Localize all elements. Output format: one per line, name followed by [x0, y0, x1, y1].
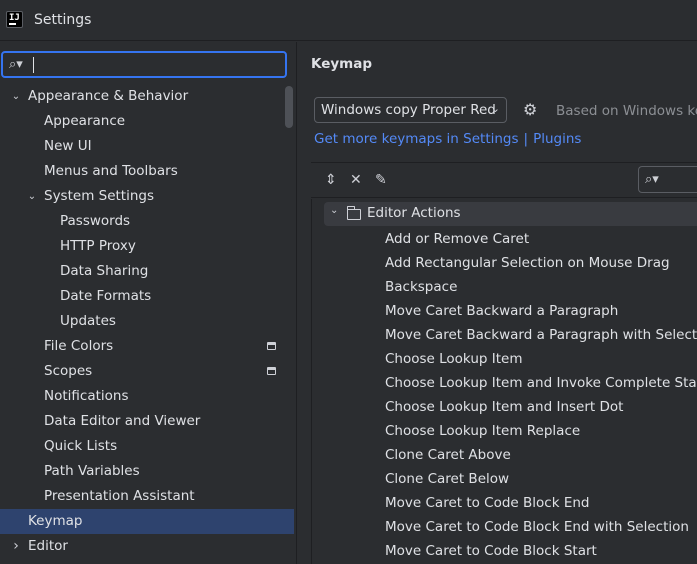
tree-item-label: File Colors: [44, 338, 114, 354]
tree-item-label: Scopes: [44, 363, 93, 379]
action-item[interactable]: Clone Caret Above: [385, 443, 697, 467]
chevron-down-icon: ⌄: [490, 102, 500, 115]
based-on-label: Based on Windows key: [556, 103, 697, 119]
tree-item-path-variables[interactable]: Path Variables: [0, 459, 294, 484]
tree-item-label: Date Formats: [60, 288, 152, 304]
action-item[interactable]: Move Caret to Code Block End: [385, 491, 697, 515]
tree-item-label: Passwords: [60, 213, 131, 229]
action-item[interactable]: Choose Lookup Item and Insert Dot: [385, 395, 697, 419]
tree-item-label: Menus and Toolbars: [44, 163, 178, 179]
tree-item-editor[interactable]: › Editor: [0, 534, 294, 559]
keymap-panel: Keymap Windows copy Proper Red ⌄ ⚙ Based…: [298, 42, 697, 564]
chevron-down-icon[interactable]: ⌄: [26, 184, 38, 209]
settings-sidebar: ⌕▾ ⌄ Appearance & Behavior Appearance New U…: [0, 42, 297, 564]
expand-all-icon[interactable]: ⇕: [325, 172, 337, 188]
page-title: Keymap: [311, 56, 373, 72]
get-more-keymaps-link[interactable]: Get more keymaps in Settings: [314, 131, 519, 147]
action-item[interactable]: Clone Caret Below: [385, 467, 697, 491]
edit-icon[interactable]: ✎: [375, 172, 387, 188]
action-item[interactable]: Backspace: [385, 275, 697, 299]
tree-item-label: New UI: [44, 138, 92, 154]
tree-group-editor-actions[interactable]: ⌄ Editor Actions: [324, 202, 697, 226]
tree-item-label: Data Sharing: [60, 263, 149, 279]
chevron-right-icon[interactable]: ›: [10, 534, 22, 559]
tree-item-menus-and-toolbars[interactable]: Menus and Toolbars: [0, 159, 294, 184]
sidebar-scrollbar[interactable]: [285, 86, 293, 128]
tree-item-label: Updates: [60, 313, 116, 329]
tree-item-appearance[interactable]: Appearance: [0, 109, 294, 134]
keymap-dropdown[interactable]: Windows copy Proper Red ⌄: [314, 97, 507, 123]
folder-icon: [347, 206, 361, 220]
tree-item-label: Appearance: [44, 113, 126, 129]
tree-item-file-colors[interactable]: File Colors: [0, 334, 294, 359]
tree-item-appearance-behavior[interactable]: ⌄ Appearance & Behavior: [0, 84, 294, 109]
group-label: Editor Actions: [367, 205, 461, 221]
tree-item-label: Keymap: [28, 513, 83, 529]
window-title: Settings: [34, 12, 92, 28]
tree-item-label: Presentation Assistant: [44, 488, 195, 504]
settings-window: IJ Settings ⌕▾ ⌄ Appearance & Behavior App…: [0, 0, 697, 564]
tree-item-label: Quick Lists: [44, 438, 118, 454]
action-item[interactable]: Add or Remove Caret: [385, 227, 697, 251]
tree-item-keymap[interactable]: Keymap: [0, 509, 294, 534]
tree-item-http-proxy[interactable]: HTTP Proxy: [0, 234, 294, 259]
action-item[interactable]: Move Caret to Code Block Start: [385, 539, 697, 563]
keymap-dropdown-value: Windows copy Proper Red: [321, 102, 496, 118]
tree-item-data-sharing[interactable]: Data Sharing: [0, 259, 294, 284]
settings-search-input[interactable]: [37, 55, 277, 74]
tree-item-label: Editor: [28, 538, 68, 554]
gear-icon[interactable]: ⚙: [523, 101, 537, 119]
action-item[interactable]: Choose Lookup Item Replace: [385, 419, 697, 443]
tree-item-label: System Settings: [44, 188, 155, 204]
chevron-down-icon[interactable]: ⌄: [10, 84, 22, 109]
text-caret: [33, 57, 34, 73]
search-icon: ⌕▾: [9, 57, 23, 72]
collapse-all-icon[interactable]: ✕: [350, 172, 362, 188]
chevron-down-icon[interactable]: ⌄: [330, 205, 338, 216]
action-item[interactable]: Choose Lookup Item and Invoke Complete S…: [385, 371, 697, 395]
link-separator: |: [523, 131, 529, 147]
title-bar: IJ Settings: [0, 0, 697, 41]
intellij-logo-icon: IJ: [6, 11, 23, 28]
tree-item-quick-lists[interactable]: Quick Lists: [0, 434, 294, 459]
project-scope-icon: [267, 342, 276, 350]
tree-item-updates[interactable]: Updates: [0, 309, 294, 334]
project-scope-icon: [267, 367, 276, 375]
tree-item-notifications[interactable]: Notifications: [0, 384, 294, 409]
tree-item-system-settings[interactable]: ⌄ System Settings: [0, 184, 294, 209]
tree-item-label: HTTP Proxy: [60, 238, 136, 254]
action-item[interactable]: Choose Lookup Item: [385, 347, 697, 371]
tree-item-label: Data Editor and Viewer: [44, 413, 201, 429]
tree-item-label: Path Variables: [44, 463, 140, 479]
tree-item-scopes[interactable]: Scopes: [0, 359, 294, 384]
plugins-link[interactable]: Plugins: [533, 131, 581, 147]
tree-item-passwords[interactable]: Passwords: [0, 209, 294, 234]
action-item[interactable]: Move Caret to Code Block End with Select…: [385, 515, 697, 539]
tree-item-label: Notifications: [44, 388, 129, 404]
search-icon: ⌕▾: [645, 172, 659, 187]
settings-search-box[interactable]: ⌕▾: [1, 51, 287, 78]
action-filter-box[interactable]: ⌕▾: [638, 166, 697, 193]
action-item[interactable]: Move Caret Backward a Paragraph with Sel…: [385, 323, 697, 347]
tree-item-date-formats[interactable]: Date Formats: [0, 284, 294, 309]
settings-tree: ⌄ Appearance & Behavior Appearance New UI Me…: [0, 84, 294, 559]
tree-item-new-ui[interactable]: New UI: [0, 134, 294, 159]
actions-tree: ⌄ Editor Actions Add or Remove Caret Add …: [311, 199, 697, 564]
action-item[interactable]: Move Caret Backward a Paragraph: [385, 299, 697, 323]
action-list: Add or Remove Caret Add Rectangular Selec…: [385, 227, 697, 563]
tree-item-label: Appearance & Behavior: [28, 88, 189, 104]
more-keymaps-links: Get more keymaps in Settings | Plugins: [314, 131, 581, 147]
tree-item-data-editor-and-viewer[interactable]: Data Editor and Viewer: [0, 409, 294, 434]
keymap-toolbar: ⇕ ✕ ✎ ⌕▾: [311, 162, 697, 198]
tree-item-presentation-assistant[interactable]: Presentation Assistant: [0, 484, 294, 509]
action-item[interactable]: Add Rectangular Selection on Mouse Drag: [385, 251, 697, 275]
